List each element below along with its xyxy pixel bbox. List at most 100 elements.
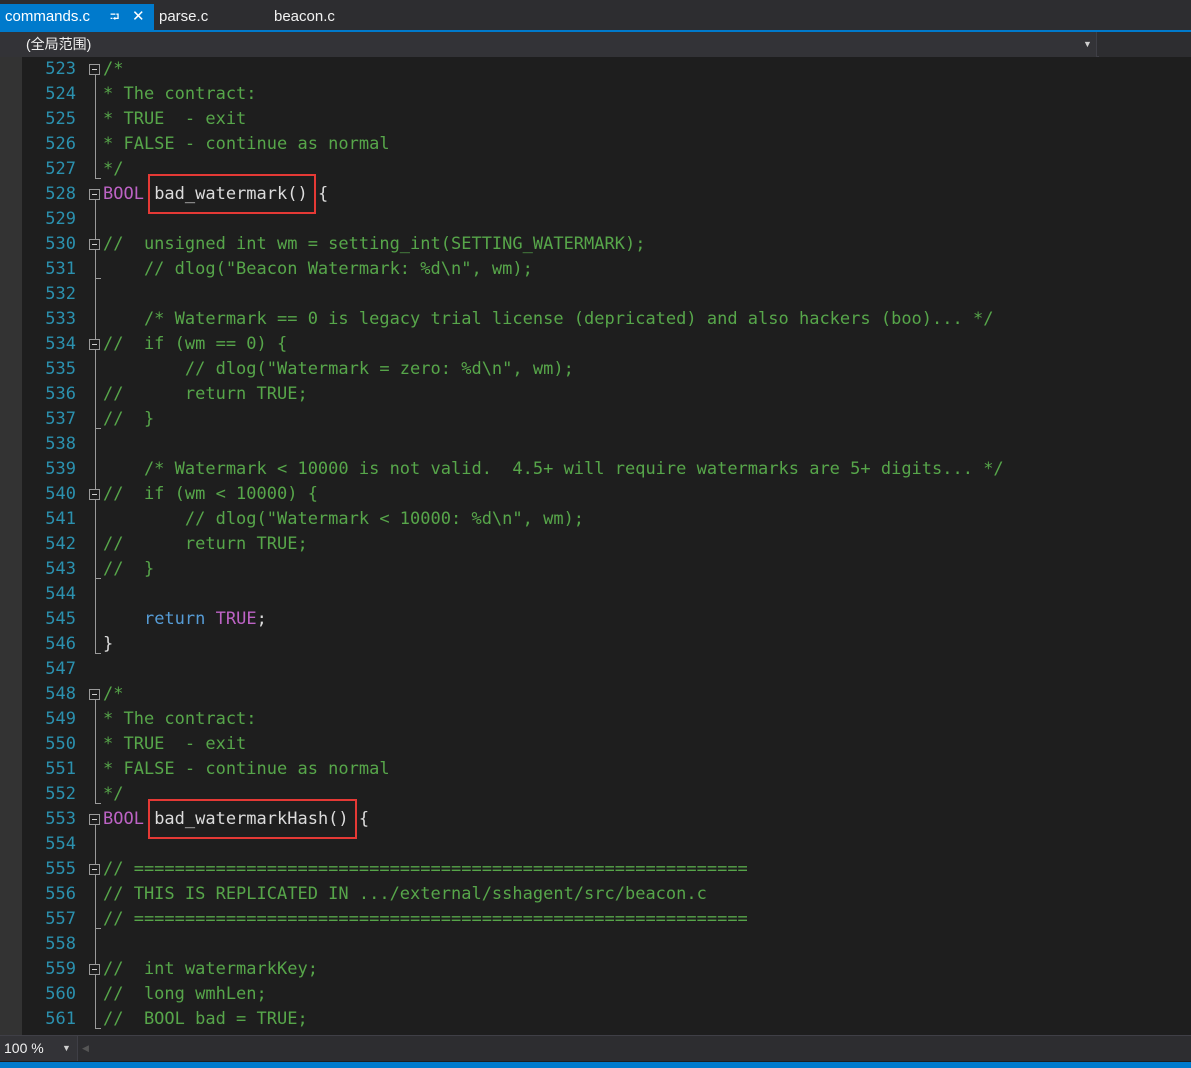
code-line: return TRUE; xyxy=(103,607,267,632)
code-line: // dlog("Watermark = zero: %d\n", wm); xyxy=(103,357,574,382)
fold-guide xyxy=(95,694,96,803)
zoom-level: 100 % xyxy=(4,1040,44,1056)
collapse-icon[interactable] xyxy=(89,489,100,500)
line-number: 524 xyxy=(45,84,76,104)
collapse-icon[interactable] xyxy=(89,239,100,250)
close-icon[interactable]: ✕ xyxy=(132,4,145,30)
collapse-icon[interactable] xyxy=(89,814,100,825)
line-number: 542 xyxy=(45,534,76,554)
code-token: /* Watermark < 10000 is not valid. 4.5+ … xyxy=(103,459,1004,479)
line-number: 529 xyxy=(45,209,76,229)
line-number: 526 xyxy=(45,134,76,154)
line-number: 532 xyxy=(45,284,76,304)
collapse-icon[interactable] xyxy=(89,864,100,875)
tab-label: beacon.c xyxy=(274,8,335,25)
tab-label: commands.c xyxy=(5,8,91,25)
code-editor[interactable]: 523 524 525 526 527 528 529 530 531 532 533 534 535 5… xyxy=(0,57,1191,1035)
line-number: 546 xyxy=(45,634,76,654)
line-number: 545 xyxy=(45,609,76,629)
document-tab-bar: commands.c ⮒ ✕ parse.c beacon.c xyxy=(0,0,1191,30)
fold-guide xyxy=(95,69,96,178)
code-token: // } xyxy=(103,559,155,579)
collapse-icon[interactable] xyxy=(89,689,100,700)
line-number: 539 xyxy=(45,459,76,479)
fold-guide-end xyxy=(95,178,101,179)
collapse-icon[interactable] xyxy=(89,339,100,350)
line-number: 536 xyxy=(45,384,76,404)
code-token: // long wmhLen; xyxy=(103,984,267,1004)
code-token: * FALSE - continue as normal xyxy=(103,134,390,154)
scope-label: (全局范围) xyxy=(26,36,92,52)
code-line: // return TRUE; xyxy=(103,532,308,557)
code-token: // THIS IS REPLICATED IN .../external/ss… xyxy=(103,884,707,904)
pin-icon[interactable]: ⮒ xyxy=(110,4,119,30)
code-token: // dlog("Watermark < 10000: %d\n", wm); xyxy=(103,509,585,529)
code-line: */ xyxy=(103,157,123,182)
collapse-icon[interactable] xyxy=(89,64,100,75)
code-line: // dlog("Beacon Watermark: %d\n", wm); xyxy=(103,257,533,282)
code-token: return xyxy=(143,609,206,629)
code-line: * FALSE - continue as normal xyxy=(103,132,390,157)
tab-beacon-c[interactable]: beacon.c xyxy=(274,4,335,30)
code-token: } xyxy=(103,634,114,654)
line-number: 533 xyxy=(45,309,76,329)
code-token: ; xyxy=(256,609,267,629)
line-number: 541 xyxy=(45,509,76,529)
code-line: /* Watermark == 0 is legacy trial licens… xyxy=(103,307,994,332)
tab-parse-c[interactable]: parse.c xyxy=(159,4,208,30)
collapse-icon[interactable] xyxy=(89,964,100,975)
fold-guide-end xyxy=(95,578,101,579)
chevron-down-icon[interactable]: ▼ xyxy=(62,1036,71,1061)
line-number: 547 xyxy=(45,659,76,679)
line-number: 528 xyxy=(45,184,76,204)
code-token: // } xyxy=(103,409,155,429)
zoom-dropdown[interactable]: 100 % ▼ xyxy=(0,1036,78,1061)
code-token: */ xyxy=(103,159,124,179)
code-line: /* xyxy=(103,57,123,82)
code-line: // BOOL bad = TRUE; xyxy=(103,1007,308,1032)
fold-guide-end xyxy=(95,1028,101,1029)
code-line: * TRUE - exit xyxy=(103,107,246,132)
code-line: * TRUE - exit xyxy=(103,732,246,757)
code-token: /* xyxy=(103,59,124,79)
code-token: // BOOL bad = TRUE; xyxy=(103,1009,308,1029)
code-token: // return TRUE; xyxy=(103,534,308,554)
scope-dropdown[interactable]: (全局范围) ▼ xyxy=(0,32,1097,57)
code-token: // =====================================… xyxy=(103,859,748,879)
tab-label: parse.c xyxy=(159,8,209,25)
editor-status-bar: 100 % ▼ ◀ xyxy=(0,1035,1191,1061)
member-dropdown[interactable] xyxy=(1099,32,1191,57)
bottom-accent-rule xyxy=(0,1062,1191,1068)
code-token: bad_watermarkHash() { xyxy=(143,809,370,829)
line-number: 560 xyxy=(45,984,76,1004)
scroll-left-icon[interactable]: ◀ xyxy=(82,1036,89,1061)
code-line: // long wmhLen; xyxy=(103,982,267,1007)
code-line: // =====================================… xyxy=(103,907,748,932)
code-token: TRUE xyxy=(215,609,257,629)
line-number: 552 xyxy=(45,784,76,804)
navigation-bar: (全局范围) ▼ xyxy=(0,32,1191,57)
line-number: 550 xyxy=(45,734,76,754)
code-token: * The contract: xyxy=(103,709,257,729)
code-line: // return TRUE; xyxy=(103,382,308,407)
line-number: 525 xyxy=(45,109,76,129)
tab-commands-c[interactable]: commands.c ⮒ ✕ xyxy=(0,4,154,30)
fold-guide xyxy=(95,869,96,928)
fold-guide-end xyxy=(95,278,101,279)
code-line: BOOL bad_watermarkHash() { xyxy=(103,807,369,832)
fold-guide-end xyxy=(95,928,101,929)
line-number: 537 xyxy=(45,409,76,429)
fold-guide-end xyxy=(95,803,101,804)
code-token: // dlog("Watermark = zero: %d\n", wm); xyxy=(103,359,574,379)
collapse-icon[interactable] xyxy=(89,189,100,200)
chevron-down-icon[interactable]: ▼ xyxy=(1083,32,1092,57)
code-token: // int watermarkKey; xyxy=(103,959,318,979)
line-number: 530 xyxy=(45,234,76,254)
code-line: // int watermarkKey; xyxy=(103,957,318,982)
line-number: 538 xyxy=(45,434,76,454)
code-line: /* xyxy=(103,682,123,707)
code-token: BOOL xyxy=(103,809,144,829)
line-number: 523 xyxy=(45,59,76,79)
selection-margin[interactable] xyxy=(0,57,22,1035)
line-number: 549 xyxy=(45,709,76,729)
